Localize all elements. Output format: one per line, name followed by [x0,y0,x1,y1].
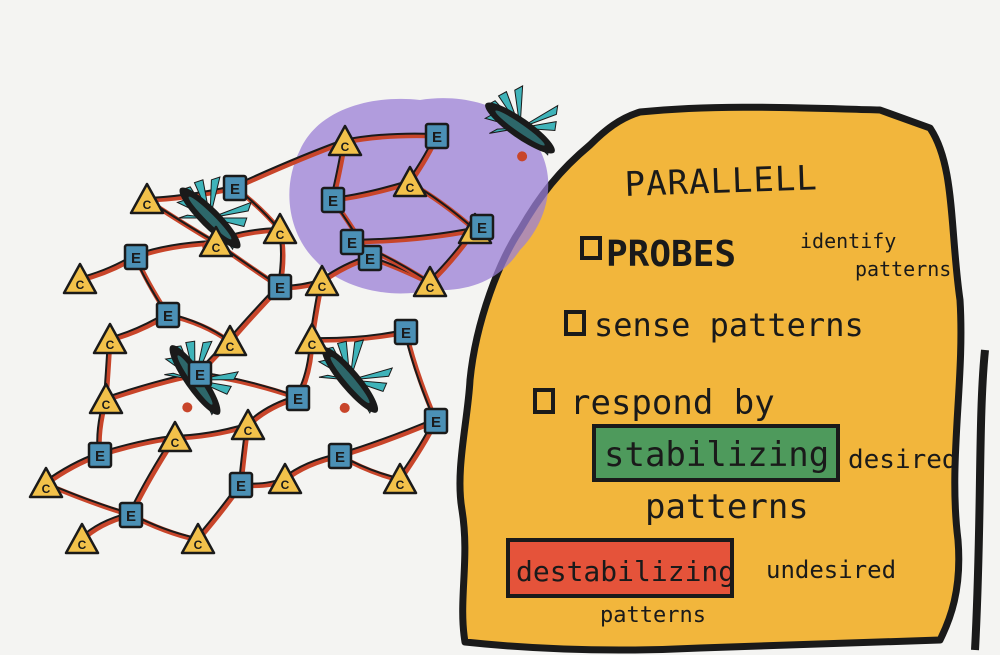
destabilizing-patterns: patterns [600,603,706,628]
constraint-label: C [226,340,235,354]
element-node: E [187,360,213,388]
element-node: E [339,228,365,256]
element-label: E [328,193,338,210]
element-node: E [469,213,495,241]
element-node: E [222,174,248,202]
constraint-label: C [171,436,180,450]
element-node: E [423,407,449,435]
destabilizing-note: undesired [766,556,896,584]
constraint-label: C [308,338,317,352]
probe-tip [182,402,193,413]
element-label: E [230,181,240,198]
element-node: E [393,318,419,346]
stabilizing-note: desired [848,445,958,475]
network-link-red [403,329,439,424]
destabilizing-label: destabilizing [516,555,735,588]
element-label: E [236,478,246,495]
element-label: E [431,414,441,431]
constraint-label: C [244,424,253,438]
constraint-label: C [396,478,405,492]
probe-highlight [330,356,370,404]
element-label: E [335,449,345,466]
element-label: E [477,220,487,237]
element-node: E [285,384,311,412]
element-label: E [432,129,442,146]
element-label: E [347,235,357,252]
constraint-label: C [42,482,51,496]
element-node: E [118,501,144,529]
probe-tip [339,402,350,413]
sense-label: sense patterns [594,306,864,344]
constraint-label: C [341,140,350,154]
constraint-label: C [106,338,115,352]
constraint-label: C [78,538,87,552]
element-node: E [267,273,293,301]
element-label: E [126,508,136,525]
element-label: E [131,250,141,267]
constraint-label: C [143,198,152,212]
constraint-label: C [281,478,290,492]
element-label: E [95,448,105,465]
probes-label: PROBES [606,234,736,275]
respond-label: respond by [570,383,775,423]
element-node: E [327,442,353,470]
panel-right-edge-stroke [971,349,989,651]
element-label: E [365,251,375,268]
element-node: E [123,243,149,271]
element-label: E [275,280,285,297]
constraint-label: C [276,228,285,242]
constraint-label: C [76,278,85,292]
constraint-label: C [426,281,435,295]
constraint-label: C [102,398,111,412]
complexity-probes-diagram: PARALLELL PROBES identify patterns sense… [28,85,989,654]
constraint-label: C [194,538,203,552]
element-node: E [228,471,254,499]
probes-note-identify: identify [800,229,896,253]
element-label: E [401,325,411,342]
element-label: E [195,367,205,384]
constraint-label: C [212,241,221,255]
element-label: E [293,391,303,408]
stabilizing-label: stabilizing [604,435,829,475]
probes-note-patterns: patterns [855,257,951,281]
constraint-label: C [318,280,327,294]
element-node: E [87,441,113,469]
panel-title: PARALLELL [624,158,819,205]
constraint-label: C [406,181,415,195]
element-label: E [163,308,173,325]
stabilizing-patterns: patterns [645,487,809,527]
element-node: E [424,122,450,150]
element-node: E [320,186,346,214]
element-node: E [155,301,181,329]
